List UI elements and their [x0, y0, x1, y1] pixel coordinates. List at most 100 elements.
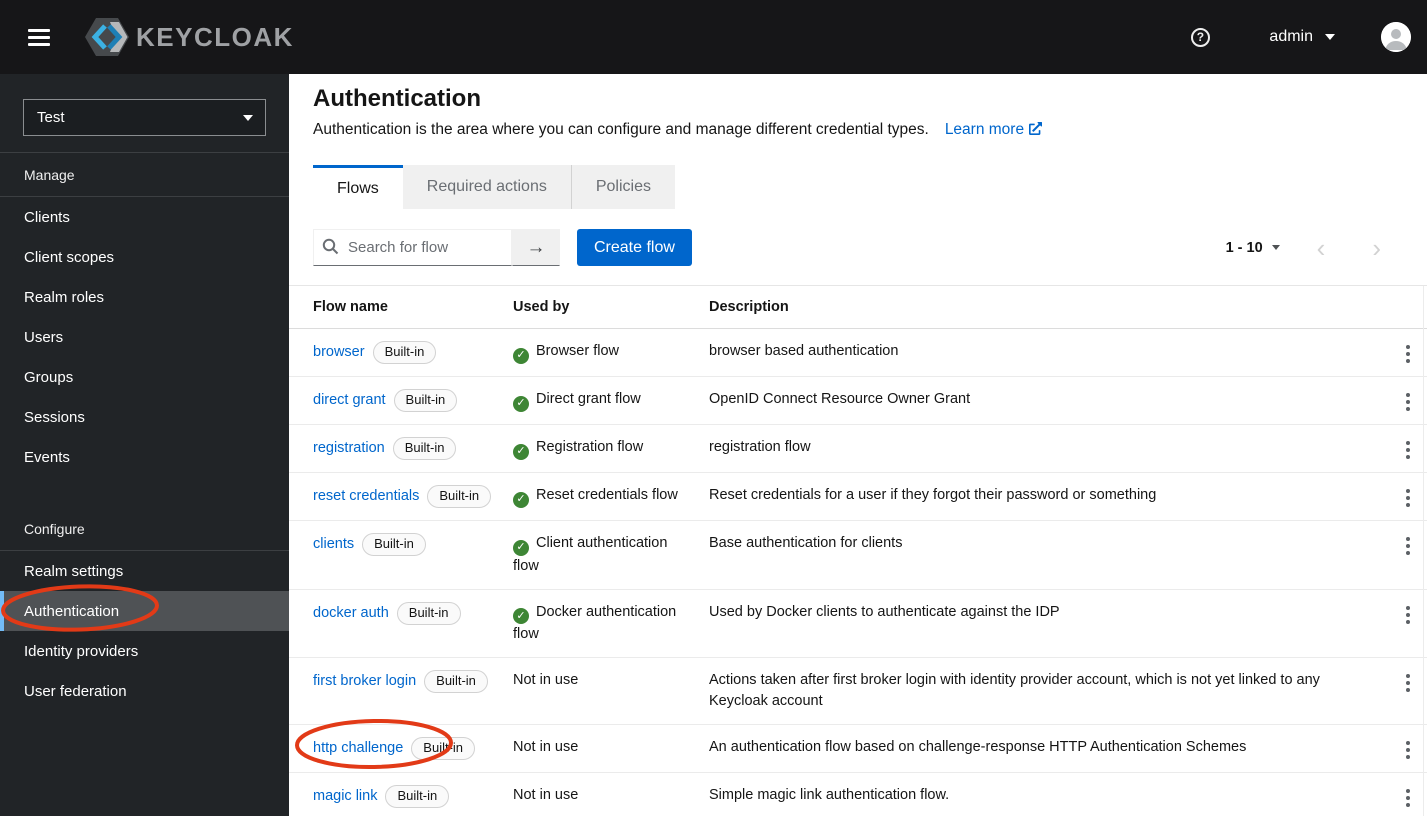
built-in-badge: Built-in	[372, 341, 437, 364]
kebab-menu-icon[interactable]	[1371, 377, 1427, 411]
table-row: first broker login Built-in Not in use Ac…	[289, 658, 1427, 725]
sidebar-item-authentication[interactable]: Authentication	[0, 591, 289, 631]
sidebar-item-identity-providers[interactable]: Identity providers	[0, 631, 289, 671]
built-in-badge: Built-in	[427, 485, 492, 508]
kebab-menu-icon[interactable]	[1371, 658, 1427, 692]
avatar[interactable]	[1381, 22, 1411, 52]
external-link-icon	[1029, 122, 1043, 135]
used-by-label: Registration flow	[536, 439, 644, 455]
table-row: registration Built-in ✓ Registration flow …	[289, 425, 1427, 473]
flow-description: Simple magic link authentication flow.	[709, 787, 950, 803]
success-check-icon: ✓	[513, 608, 529, 624]
table-row: browser Built-in ✓ Browser flow browser ba…	[289, 329, 1427, 377]
used-by-label: Reset credentials flow	[536, 487, 678, 503]
flow-link-reset-credentials[interactable]: reset credentials	[313, 488, 419, 504]
kebab-menu-icon[interactable]	[1371, 725, 1427, 759]
sidebar-item-events[interactable]: Events	[0, 437, 289, 477]
page-description: Authentication is the area where you can…	[313, 121, 929, 138]
flow-link-direct-grant[interactable]: direct grant	[313, 392, 386, 408]
pagination-next-button[interactable]: ›	[1362, 235, 1391, 261]
sidebar-item-realm-roles[interactable]: Realm roles	[0, 277, 289, 317]
success-check-icon: ✓	[513, 539, 529, 556]
flow-description: Base authentication for clients	[709, 535, 903, 551]
nav-section-manage: Manage Clients Client scopes Realm roles…	[0, 153, 289, 477]
username-label: admin	[1269, 28, 1313, 45]
user-avatar-icon	[1381, 22, 1411, 52]
sidebar-item-realm-settings[interactable]: Realm settings	[0, 551, 289, 591]
chevron-down-icon	[243, 114, 253, 121]
page-title: Authentication	[313, 85, 481, 112]
kebab-menu-icon[interactable]	[1371, 329, 1427, 363]
kebab-menu-icon[interactable]	[1371, 590, 1427, 624]
built-in-badge: Built-in	[424, 670, 488, 693]
pagination-range-label: 1 - 10	[1225, 239, 1263, 256]
flow-description: Reset credentials for a user if they for…	[709, 487, 1157, 503]
success-check-icon: ✓	[513, 491, 529, 508]
user-menu-dropdown[interactable]: admin	[1269, 28, 1335, 46]
sidebar-item-client-scopes[interactable]: Client scopes	[0, 237, 289, 277]
brand-text: KEYCLOAK	[136, 21, 294, 52]
flow-description: An authentication flow based on challeng…	[709, 739, 1247, 755]
keycloak-hexagon-icon	[85, 18, 129, 56]
learn-more-link[interactable]: Learn more	[945, 121, 1043, 138]
flow-description: registration flow	[709, 439, 811, 455]
flow-link-browser[interactable]: browser	[313, 344, 365, 360]
built-in-badge: Built-in	[396, 601, 461, 625]
pagination-prev-button[interactable]: ‹	[1307, 235, 1336, 261]
table-row: docker auth Built-in ✓ Docker authenticati…	[289, 590, 1427, 658]
page-header: Authentication Authentication is the are…	[289, 74, 1427, 139]
main-content: Authentication Authentication is the are…	[289, 74, 1427, 816]
tab-policies[interactable]: Policies	[570, 165, 675, 209]
column-header-used-by: Used by	[513, 299, 570, 315]
sidebar-item-groups[interactable]: Groups	[0, 357, 289, 397]
kebab-menu-icon[interactable]	[1371, 425, 1427, 459]
realm-selector[interactable]: Test	[23, 99, 266, 136]
kebab-menu-icon[interactable]	[1371, 473, 1427, 507]
built-in-badge: Built-in	[385, 785, 450, 808]
used-by-label: Client authentication flow	[513, 535, 668, 574]
kebab-menu-icon[interactable]	[1371, 773, 1427, 807]
flow-description: OpenID Connect Resource Owner Grant	[709, 391, 971, 407]
nav-section-title: Manage	[0, 153, 289, 197]
hamburger-icon[interactable]	[24, 25, 54, 50]
tab-required-actions[interactable]: Required actions	[402, 165, 571, 209]
built-in-badge: Built-in	[393, 389, 458, 412]
pagination-range-dropdown[interactable]: 1 - 10	[1226, 240, 1280, 256]
table-row: reset credentials Built-in ✓ Reset credent…	[289, 473, 1427, 521]
search-submit-button[interactable]: →	[512, 229, 560, 266]
flow-link-docker-auth[interactable]: docker auth	[313, 605, 389, 621]
flows-table: Flow name Used by Description browser Bui…	[289, 286, 1427, 816]
flow-link-registration[interactable]: registration	[313, 440, 385, 456]
search-group: →	[313, 229, 560, 266]
success-check-icon: ✓	[513, 395, 529, 412]
help-icon[interactable]: ?	[1189, 26, 1211, 48]
flow-link-magic-link[interactable]: magic link	[313, 788, 377, 804]
flow-link-http-challenge[interactable]: http challenge	[313, 740, 403, 756]
built-in-badge: Built-in	[392, 437, 457, 460]
flow-description: browser based authentication	[709, 343, 899, 359]
table-row: http challenge Built-in Not in use An aut…	[289, 725, 1427, 773]
sidebar-item-sessions[interactable]: Sessions	[0, 397, 289, 437]
tab-bar: Flows Required actions Policies	[313, 165, 1427, 209]
tab-flows[interactable]: Flows	[313, 165, 403, 209]
table-row: direct grant Built-in ✓ Direct grant flow …	[289, 377, 1427, 425]
flow-description: Used by Docker clients to authenticate a…	[709, 603, 1060, 620]
create-flow-button[interactable]: Create flow	[577, 229, 692, 266]
arrow-right-icon: →	[526, 236, 546, 258]
used-by-label: Browser flow	[536, 343, 619, 359]
used-by-label: Docker authentication flow	[513, 603, 677, 643]
sidebar-item-users[interactable]: Users	[0, 317, 289, 357]
flow-link-first-broker-login[interactable]: first broker login	[313, 673, 416, 689]
realm-selector-block: Test	[0, 74, 289, 153]
top-bar: KEYCLOAK ? admin	[0, 0, 1427, 74]
kebab-menu-icon[interactable]	[1371, 521, 1427, 555]
search-input[interactable]	[313, 229, 512, 266]
flow-link-clients[interactable]: clients	[313, 536, 354, 552]
flow-description: Actions taken after first broker login w…	[709, 672, 1320, 709]
sidebar-item-user-federation[interactable]: User federation	[0, 671, 289, 711]
chevron-down-icon	[1271, 245, 1280, 250]
sidebar-item-clients[interactable]: Clients	[0, 197, 289, 237]
success-check-icon: ✓	[513, 443, 529, 460]
table-row-magic-link: magic link Built-in Not in use Simple mag…	[289, 773, 1427, 816]
used-by-label: Not in use	[513, 739, 579, 755]
